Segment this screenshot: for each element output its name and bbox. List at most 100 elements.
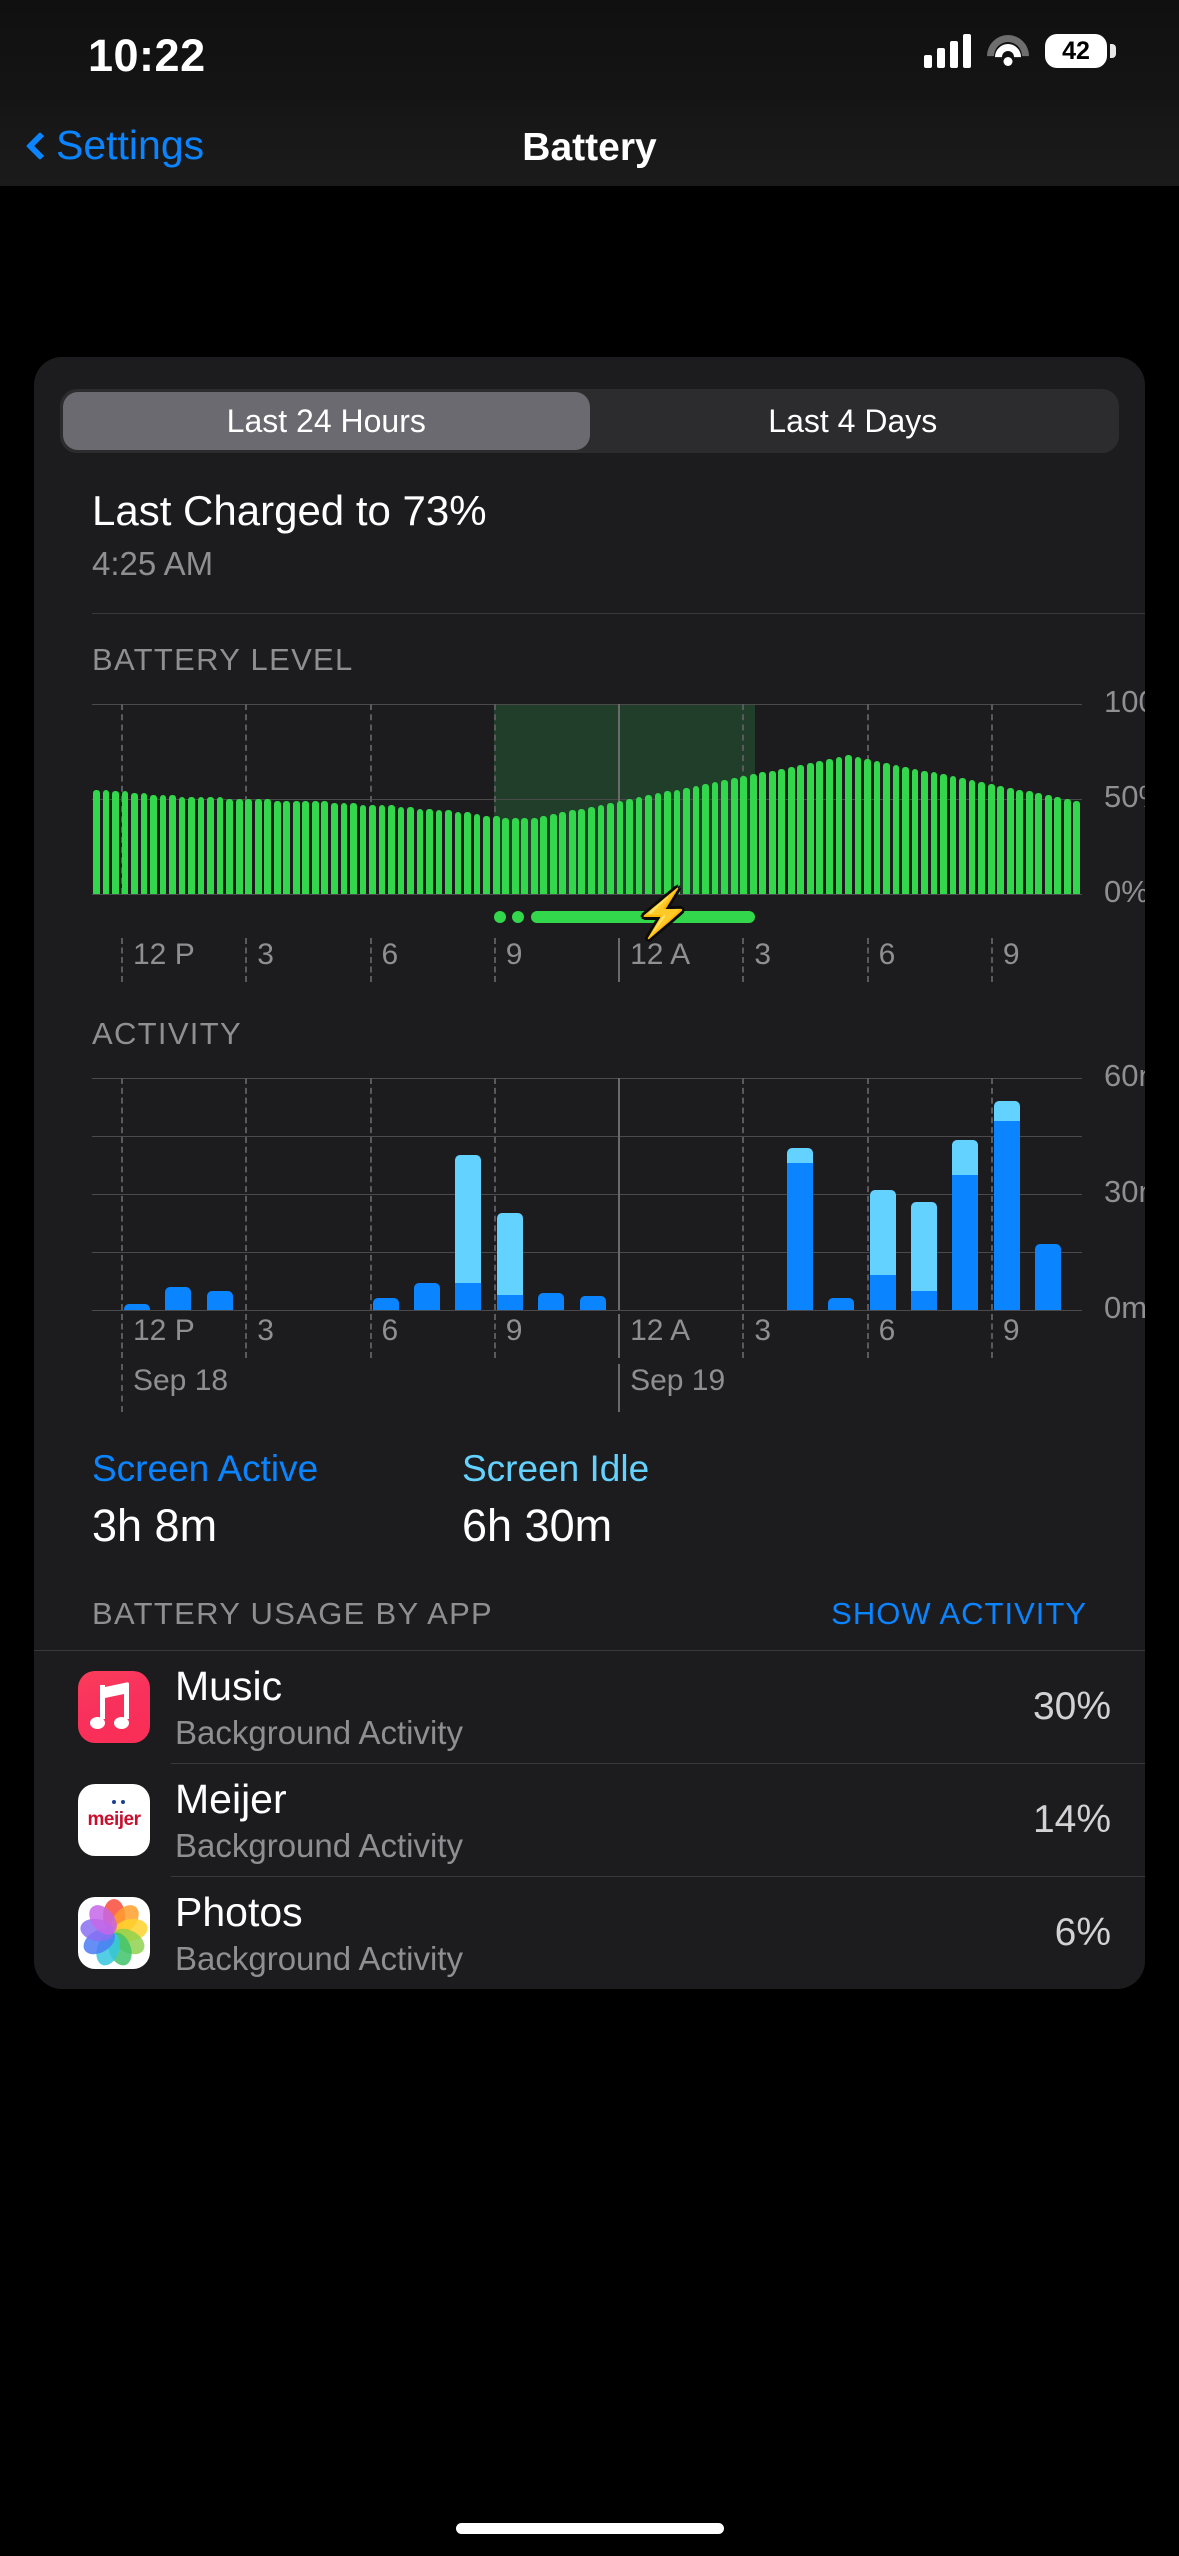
x-axis-tick-label: 12 P (132, 1314, 195, 1347)
battery-level-bar (273, 800, 281, 894)
battery-level-bar (864, 759, 871, 894)
x-axis-tick-label: 3 (754, 938, 772, 971)
battery-level-bar (264, 799, 272, 894)
battery-level-bar (292, 800, 300, 894)
activity-bar-active-segment (496, 1294, 523, 1310)
gridline (618, 1314, 621, 1358)
battery-level-bar (150, 795, 157, 894)
activity-bar-active-segment (538, 1292, 565, 1310)
battery-level-bar (235, 799, 243, 894)
activity-bar-active-segment (206, 1290, 233, 1310)
battery-level-bar (549, 814, 557, 894)
activity-bar (952, 1139, 979, 1310)
battery-level-bar (1063, 799, 1071, 894)
segment-last-24-hours[interactable]: Last 24 Hours (63, 392, 590, 450)
activity-bar (123, 1304, 150, 1310)
gridline (120, 938, 123, 982)
battery-level-bar (559, 812, 567, 894)
gridline (120, 1364, 123, 1412)
battery-level-bar (1006, 787, 1014, 894)
battery-level-bar (464, 812, 471, 894)
last-charged-time: 4:25 AM (92, 545, 214, 582)
x-axis-tick-label: 9 (505, 938, 523, 971)
activity-bar-active-segment (372, 1298, 399, 1310)
battery-level-bar (768, 770, 776, 894)
battery-level-bar (121, 791, 129, 894)
battery-level-bar (959, 778, 966, 894)
x-axis-tick-label: 3 (257, 938, 274, 971)
battery-level-chart[interactable]: 100% 50% 0% (92, 684, 1145, 909)
divider (92, 613, 1145, 614)
battery-level-bar (921, 770, 928, 894)
gridline (369, 1078, 372, 1310)
app-usage-list: Music Background Activity 30% meijer Meijer B… (34, 1651, 1145, 1989)
y-axis-tick-label: 0m (1104, 1290, 1145, 1325)
battery-level-bar (521, 818, 529, 894)
battery-level-bar (530, 818, 538, 894)
activity-bar (786, 1147, 813, 1310)
app-usage-row[interactable]: meijer Meijer Background Activity 14% (34, 1764, 1145, 1876)
battery-level-bar (854, 757, 862, 894)
gridline (742, 1078, 745, 1310)
home-indicator[interactable] (455, 2523, 724, 2534)
gridline (369, 1314, 372, 1358)
battery-level-bar (226, 799, 233, 894)
battery-level-bar (540, 816, 548, 894)
battery-level-bar (673, 789, 681, 894)
activity-bar-idle-segment (496, 1213, 523, 1295)
battery-level-bar (892, 764, 900, 894)
battery-level-bar (492, 816, 500, 894)
gridline (618, 1364, 621, 1412)
activity-bar-active-segment (123, 1304, 150, 1310)
activity-bar (372, 1298, 399, 1310)
activity-bar-idle-segment (911, 1201, 938, 1291)
activity-bar (455, 1155, 482, 1310)
activity-bar-active-segment (952, 1174, 979, 1310)
battery-level-bar (416, 808, 424, 894)
gridline (92, 1194, 1082, 1195)
gridline (245, 1078, 248, 1310)
charging-indicator-row: ⚡ (92, 887, 1082, 939)
battery-level-bar (721, 780, 728, 894)
battery-level-bar (245, 799, 253, 894)
activity-x-axis: 12 P 3 6 9 12 A 3 6 9 (92, 1314, 1082, 1358)
activity-bar-active-segment (455, 1282, 482, 1310)
activity-bar (206, 1290, 233, 1310)
activity-bar-active-segment (165, 1286, 192, 1310)
charging-dot (512, 911, 525, 923)
time-range-segmented-control[interactable]: Last 24 Hours Last 4 Days (60, 389, 1119, 453)
battery-level-bar (883, 762, 890, 894)
app-usage-row[interactable]: Photos Background Activity 6% (34, 1877, 1145, 1989)
activity-bar (911, 1201, 938, 1310)
gridline (493, 1314, 496, 1358)
battery-level-bar (93, 789, 100, 894)
battery-level-bar (759, 772, 767, 894)
x-axis-tick-label: 9 (1002, 938, 1020, 971)
activity-bar (993, 1101, 1020, 1310)
gridline (990, 1314, 993, 1358)
activity-chart[interactable]: 60m 30m 0m (92, 1058, 1145, 1325)
x-axis-tick-label: 6 (878, 1314, 896, 1347)
battery-level-bar (845, 755, 852, 894)
battery-level-bar (435, 810, 443, 894)
x-axis-tick-label: 6 (878, 938, 896, 971)
activity-bar (413, 1282, 440, 1310)
battery-level-bar (787, 766, 795, 894)
show-activity-button[interactable]: SHOW ACTIVITY (831, 1596, 1087, 1632)
battery-level-bar (350, 802, 357, 894)
y-axis-tick-label: 50% (1104, 779, 1145, 814)
app-usage-row[interactable]: Music Background Activity 30% (34, 1651, 1145, 1763)
screen-idle-label: Screen Idle (462, 1448, 650, 1489)
battery-level-bar (616, 800, 624, 894)
app-name: Music (175, 1662, 283, 1709)
battery-level-bar (978, 781, 985, 894)
gridline (493, 1078, 496, 1310)
y-axis-tick-label: 100% (1104, 684, 1145, 719)
gridline (92, 1310, 1082, 1311)
activity-bar-idle-segment (786, 1147, 813, 1164)
date-label: Sep 19 (630, 1364, 726, 1397)
segment-last-4-days[interactable]: Last 4 Days (590, 392, 1117, 450)
charging-dot (493, 911, 506, 923)
battery-level-bar (816, 761, 824, 894)
app-name: Meijer (175, 1775, 287, 1822)
